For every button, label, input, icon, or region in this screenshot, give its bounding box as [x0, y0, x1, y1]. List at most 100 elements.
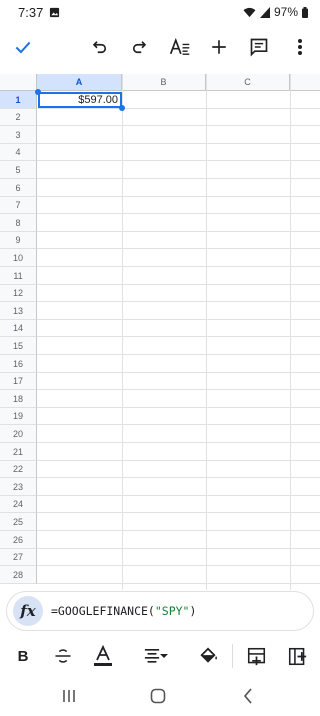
row-header-8[interactable]: 8 [0, 214, 37, 232]
row-header-16[interactable]: 16 [0, 355, 37, 373]
insert-button[interactable] [201, 24, 237, 70]
home-icon [150, 688, 166, 704]
row-header-25[interactable]: 25 [0, 513, 37, 531]
sheet-row[interactable] [37, 214, 320, 232]
home-button[interactable] [141, 676, 175, 716]
text-color-button[interactable] [89, 636, 117, 676]
row-header-5[interactable]: 5 [0, 161, 37, 179]
recent-apps-button[interactable] [52, 676, 86, 716]
row-header-4[interactable]: 4 [0, 144, 37, 161]
row-header-18[interactable]: 18 [0, 390, 37, 408]
undo-icon [92, 41, 107, 54]
row-header-17[interactable]: 17 [0, 373, 37, 390]
insert-column-icon [288, 647, 306, 665]
sheet-row[interactable] [37, 144, 320, 161]
row-header-6[interactable]: 6 [0, 179, 37, 197]
select-all-corner[interactable] [0, 74, 37, 91]
column-header-c[interactable]: C [206, 74, 290, 91]
row-header-21[interactable]: 21 [0, 443, 37, 461]
row-header-9[interactable]: 9 [0, 232, 37, 249]
align-button[interactable] [139, 636, 173, 676]
bold-button[interactable]: B [10, 636, 36, 676]
row-header-26[interactable]: 26 [0, 531, 37, 549]
row-header-14[interactable]: 14 [0, 320, 37, 337]
fill-color-button[interactable] [195, 636, 221, 676]
fill-color-icon [200, 647, 217, 663]
column-header-b[interactable]: B [122, 74, 206, 91]
fx-function-icon[interactable]: fx [13, 596, 43, 626]
text-color-icon [94, 645, 112, 666]
selection-handle-top-left[interactable] [35, 89, 41, 95]
column-header-next[interactable] [290, 74, 320, 91]
formula-bar[interactable]: fx =GOOGLEFINANCE("SPY") [6, 591, 314, 631]
row-header-19[interactable]: 19 [0, 408, 37, 425]
sheet-row[interactable] [37, 126, 320, 144]
insert-row-button[interactable] [243, 636, 269, 676]
done-button[interactable] [5, 24, 41, 70]
sheet-row[interactable] [37, 461, 320, 478]
sheet-row[interactable] [37, 549, 320, 566]
back-icon [243, 688, 252, 704]
selection-handle-bottom-right[interactable] [119, 105, 125, 111]
format-divider [232, 644, 233, 668]
row-header-3[interactable]: 3 [0, 126, 37, 144]
row-header-28[interactable]: 28 [0, 566, 37, 584]
redo-button[interactable] [121, 24, 157, 70]
row-header-7[interactable]: 7 [0, 197, 37, 214]
comment-button[interactable] [241, 24, 277, 70]
strikethrough-icon [55, 649, 71, 663]
sheet-row[interactable] [37, 373, 320, 390]
spreadsheet-grid[interactable]: A B C 1 2 3 4 5 6 7 8 9 10 11 12 13 14 15 16 17 18 19 20 21 2… [0, 74, 320, 590]
column-gridline [290, 74, 291, 590]
formula-text-suffix: ) [189, 604, 197, 618]
row-header-24[interactable]: 24 [0, 496, 37, 513]
row-header-27[interactable]: 27 [0, 549, 37, 566]
sheet-row[interactable] [37, 161, 320, 179]
sheet-row[interactable] [37, 531, 320, 549]
sheet-row[interactable] [37, 302, 320, 320]
strikethrough-button[interactable] [50, 636, 76, 676]
sheet-row[interactable] [37, 443, 320, 461]
row-header-1[interactable]: 1 [0, 91, 37, 109]
formula-input[interactable]: =GOOGLEFINANCE("SPY") [51, 604, 196, 618]
row-header-22[interactable]: 22 [0, 461, 37, 478]
sheet-row[interactable] [37, 320, 320, 337]
column-header-a[interactable]: A [37, 74, 122, 91]
sheet-row[interactable] [37, 478, 320, 496]
row-header-2[interactable]: 2 [0, 109, 37, 126]
insert-row-icon [247, 647, 265, 665]
row-header-12[interactable]: 12 [0, 285, 37, 302]
sheet-row[interactable] [37, 197, 320, 214]
sheet-row[interactable] [37, 566, 320, 584]
row-header-11[interactable]: 11 [0, 267, 37, 285]
undo-button[interactable] [82, 24, 118, 70]
status-time: 7:37 [18, 4, 44, 20]
battery-icon [302, 6, 308, 18]
row-header-23[interactable]: 23 [0, 478, 37, 496]
formula-string-arg: "SPY" [154, 604, 190, 618]
sheet-row[interactable] [37, 249, 320, 267]
sheet-row[interactable] [37, 513, 320, 531]
insert-column-button[interactable] [284, 636, 310, 676]
sheet-row[interactable] [37, 425, 320, 443]
sheet-row[interactable] [37, 179, 320, 197]
text-format-button[interactable] [162, 24, 198, 70]
sheet-row[interactable] [37, 355, 320, 373]
sheet-row[interactable] [37, 337, 320, 355]
format-toolbar: B [0, 636, 320, 676]
sheet-row[interactable] [37, 408, 320, 425]
row-header-13[interactable]: 13 [0, 302, 37, 320]
sheet-row[interactable] [37, 232, 320, 249]
more-options-button[interactable] [282, 24, 318, 70]
row-header-20[interactable]: 20 [0, 425, 37, 443]
sheet-row[interactable] [37, 267, 320, 285]
text-format-icon [169, 37, 190, 55]
sheet-row[interactable] [37, 496, 320, 513]
sheet-row[interactable] [37, 285, 320, 302]
sheet-row[interactable] [37, 109, 320, 126]
row-header-10[interactable]: 10 [0, 249, 37, 267]
back-button[interactable] [231, 676, 265, 716]
row-header-15[interactable]: 15 [0, 337, 37, 355]
sheet-row[interactable] [37, 390, 320, 408]
cell-a1[interactable]: $597.00 [38, 92, 122, 108]
